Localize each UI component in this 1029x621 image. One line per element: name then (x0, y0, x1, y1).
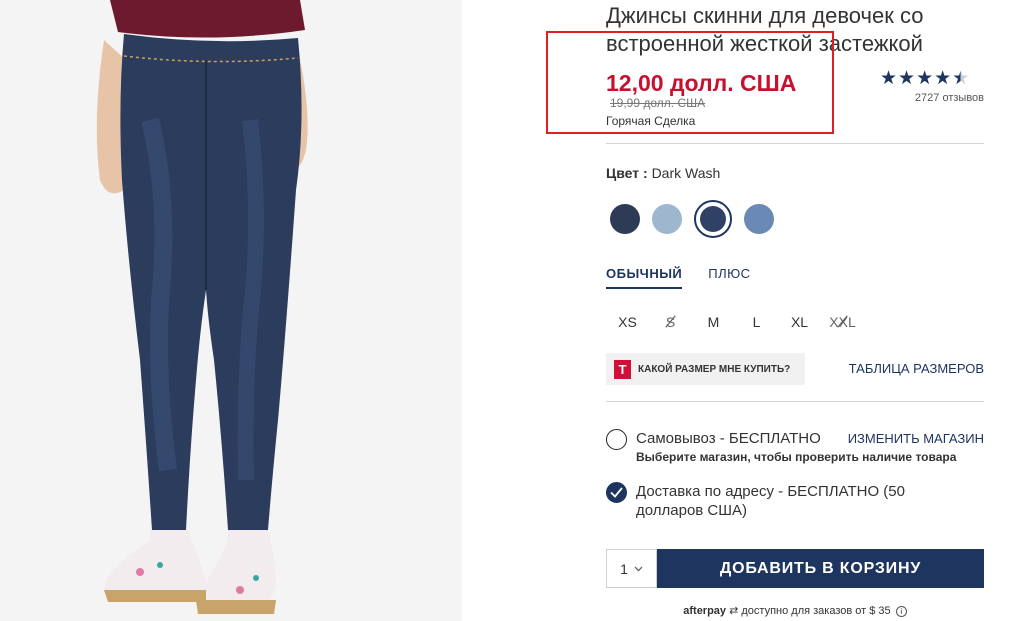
color-swatches (610, 200, 774, 238)
star-icon: ★ (916, 68, 934, 89)
review-count[interactable]: 2727 отзывов (880, 92, 984, 104)
star-icon: ★ (898, 68, 916, 89)
add-to-cart-button[interactable]: ДОБАВИТЬ В КОРЗИНУ (657, 549, 984, 588)
afterpay-note: afterpay ⇄ доступно для заказов от $ 35 … (606, 604, 984, 617)
change-store-link[interactable]: ИЗМЕНИТЬ МАГАЗИН (848, 431, 984, 446)
swatch-dark-rinse[interactable] (610, 204, 640, 234)
sale-price: 12,00 долл. США (606, 70, 797, 96)
quantity-select[interactable]: 1 (606, 549, 657, 588)
swatch-dark-wash-fill (700, 206, 726, 232)
swatch-light-wash[interactable] (652, 204, 682, 234)
size-xs[interactable]: XS (606, 306, 649, 338)
tab-regular[interactable]: ОБЫЧНЫЙ (606, 266, 683, 289)
star-icon: ★ (880, 68, 898, 89)
divider (606, 143, 984, 144)
chevron-down-icon (634, 566, 643, 571)
ship-option[interactable]: Доставка по адресу - БЕСПЛАТНО (50 долла… (606, 482, 936, 520)
deal-label: Горячая Сделка (606, 114, 696, 128)
rating-stars: ★ ★ ★ ★ ★ (880, 69, 984, 89)
afterpay-text: доступно для заказов от $ 35 (741, 605, 891, 617)
original-price: 19,99 долл. США (610, 96, 706, 110)
size-chart-link[interactable]: ТАБЛИЦА РАЗМЕРОВ (849, 361, 984, 376)
pickup-radio[interactable] (606, 429, 627, 450)
tab-plus[interactable]: ПЛЮС (708, 266, 750, 289)
fit-tabs: ОБЫЧНЫЙ ПЛЮС (606, 266, 751, 289)
size-l[interactable]: L (735, 306, 778, 338)
jeans-photo (0, 0, 462, 621)
size-s[interactable]: S (649, 306, 692, 338)
size-selector: XS S M L XL XXL (606, 306, 864, 338)
pickup-sublabel: Выберите магазин, чтобы проверить наличи… (636, 450, 957, 464)
product-image[interactable] (0, 0, 462, 621)
ship-radio[interactable] (606, 482, 627, 503)
color-label: Цвет : (606, 165, 648, 181)
divider (606, 401, 984, 402)
size-xl[interactable]: XL (778, 306, 821, 338)
swatch-dark-wash[interactable] (694, 200, 732, 238)
afterpay-logo: afterpay (683, 605, 727, 617)
size-m[interactable]: M (692, 306, 735, 338)
size-xxl[interactable]: XXL (821, 306, 864, 338)
fit-finder-button[interactable]: T КАКОЙ РАЗМЕР МНЕ КУПИТЬ? (606, 353, 805, 385)
info-icon[interactable]: i (895, 605, 907, 617)
half-star-icon: ★ (952, 68, 970, 89)
quantity-value: 1 (620, 560, 628, 577)
swatch-medium-wash[interactable] (744, 204, 774, 234)
fit-finder-label: КАКОЙ РАЗМЕР МНЕ КУПИТЬ? (638, 363, 791, 375)
color-value: Dark Wash (651, 165, 721, 181)
color-row: Цвет : Dark Wash (606, 165, 720, 181)
checkmark-icon (610, 487, 623, 498)
star-icon: ★ (934, 68, 952, 89)
ship-label: Доставка по адресу - БЕСПЛАТНО (50 долла… (636, 483, 905, 519)
afterpay-loop-icon: ⇄ (729, 605, 739, 617)
truefit-logo-icon: T (614, 359, 631, 379)
rating[interactable]: ★ ★ ★ ★ ★ 2727 отзывов (880, 69, 984, 105)
